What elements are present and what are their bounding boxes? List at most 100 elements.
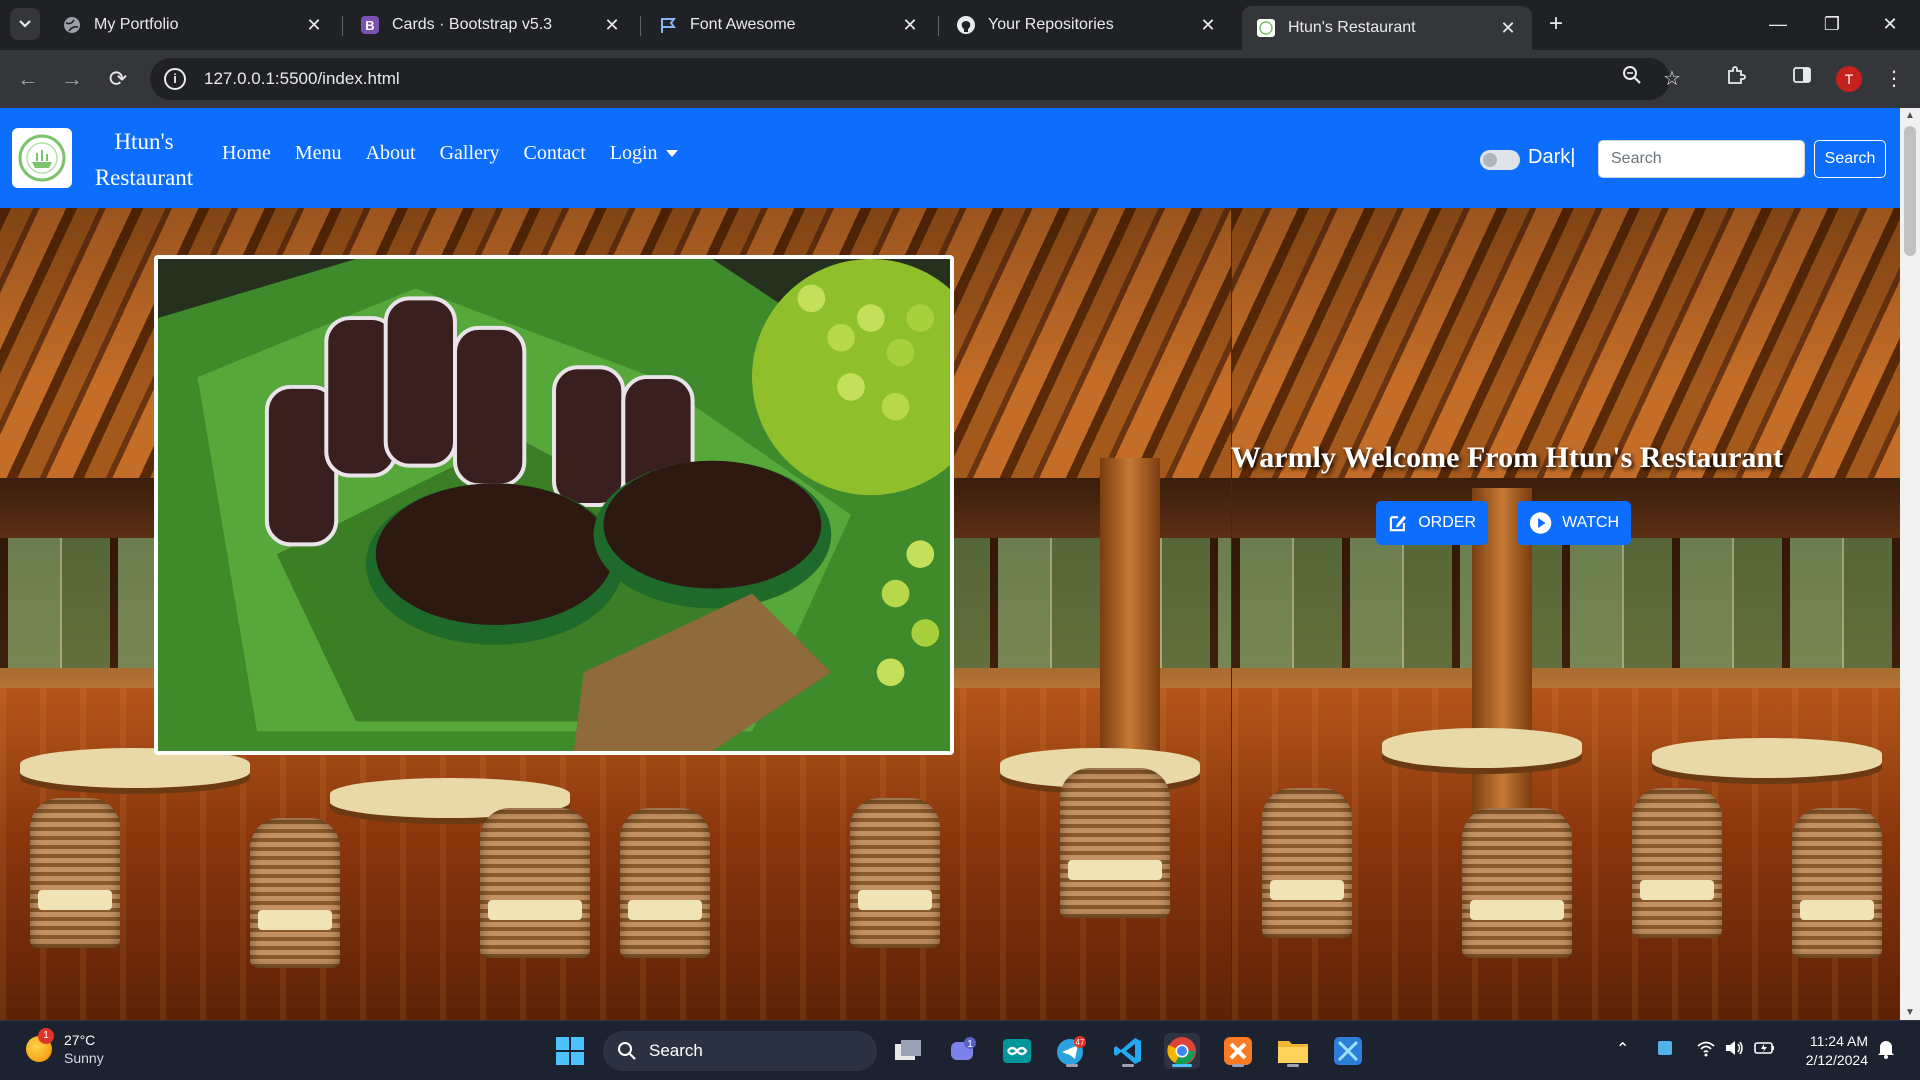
clock-date: 2/12/2024 [1805,1052,1868,1068]
nav-login-dropdown[interactable]: Login [610,142,678,165]
task-view-icon [895,1040,921,1060]
vscode-icon [1114,1038,1141,1064]
restore-button[interactable]: ❐ [1810,10,1854,38]
teams-app[interactable]: 1 [945,1033,981,1069]
battery-charging-icon[interactable] [1754,1039,1776,1062]
hero-section: Warmly Welcome From Htun's Restaurant OR… [0,208,1900,1020]
search-icon [618,1042,636,1060]
taskbar-search[interactable]: Search [603,1031,877,1071]
github-icon [956,15,976,35]
tab-separator [938,16,939,36]
extensions-icon[interactable] [1722,65,1750,93]
zoom-icon[interactable] [1618,65,1646,93]
browser-tab-strip: My Portfolio ✕ B Cards · Bootstrap v5.3 … [0,0,1920,50]
order-button[interactable]: ORDER [1376,501,1488,545]
close-icon[interactable]: ✕ [304,15,324,36]
scroll-down-arrow-icon[interactable]: ▼ [1900,1007,1920,1018]
tab-title: Your Repositories [988,16,1114,33]
dark-mode-toggle[interactable] [1480,150,1520,170]
browser-toolbar: ← → ⟳ i 127.0.0.1:5500/index.html ☆ T ⋮ [0,50,1920,108]
minimize-button[interactable]: — [1756,10,1800,38]
profile-avatar[interactable]: T [1836,66,1862,92]
order-button-label: ORDER [1418,514,1476,531]
nav-menu[interactable]: Menu [295,142,342,165]
url-text[interactable]: 127.0.0.1:5500/index.html [204,69,400,89]
nav-contact[interactable]: Contact [524,142,586,165]
arduino-app[interactable] [999,1033,1035,1069]
system-clock[interactable]: 11:24 AM 2/12/2024 [1798,1032,1868,1070]
site-favicon-icon [1256,18,1276,38]
food-photo-image [158,259,950,751]
notification-bell-icon[interactable] [1877,1039,1895,1064]
chrome-icon [1167,1037,1196,1065]
tab-bootstrap-cards[interactable]: B Cards · Bootstrap v5.3 ✕ [346,6,636,44]
close-icon[interactable]: ✕ [602,15,622,36]
clock-time: 11:24 AM [1809,1033,1868,1049]
site-navbar: Htun's Restaurant Home Menu About Galler… [0,108,1900,208]
site-info-icon[interactable]: i [164,68,186,90]
file-explorer-app[interactable] [1275,1033,1311,1069]
teams-chat-icon: 1 [951,1037,976,1060]
caret-down-icon [665,150,678,157]
svg-text:47: 47 [1076,1038,1085,1047]
windows-taskbar: 1 27°C Sunny Search 1 47 ⌃ 11:24 AM 2/12… [0,1020,1920,1080]
xampp-app[interactable] [1220,1033,1256,1069]
tray-app-icon[interactable] [1656,1039,1674,1062]
tab-search-button[interactable] [10,8,40,40]
wifi-icon[interactable] [1696,1039,1716,1062]
nav-home[interactable]: Home [222,142,271,165]
hero-background-right [1231,208,1900,1020]
tab-font-awesome[interactable]: Font Awesome ✕ [644,6,934,44]
page-scrollbar[interactable]: ▲ ▼ [1900,108,1920,1020]
site-search-input[interactable] [1598,140,1805,178]
arduino-icon [1003,1039,1031,1063]
chevron-down-icon [19,20,31,28]
tab-htuns-restaurant[interactable]: Htun's Restaurant ✕ [1242,6,1532,50]
snipping-tool-app[interactable] [1330,1033,1366,1069]
close-window-button[interactable]: ✕ [1868,10,1912,38]
sun-icon: 1 [26,1028,54,1062]
address-bar[interactable]: i 127.0.0.1:5500/index.html [150,58,1670,100]
back-button[interactable]: ← [14,65,42,93]
tab-separator [640,16,641,36]
forward-button[interactable]: → [58,65,86,93]
bookmark-star-icon[interactable]: ☆ [1658,65,1686,93]
brand-name[interactable]: Htun's Restaurant [84,124,204,196]
close-icon[interactable]: ✕ [1198,15,1218,36]
weather-widget[interactable]: 1 27°C Sunny [26,1028,104,1067]
weather-desc: Sunny [64,1050,104,1066]
svg-text:1: 1 [967,1039,973,1050]
tab-title: Cards · Bootstrap v5.3 [392,16,553,33]
volume-icon[interactable] [1724,1039,1744,1062]
brand-line-1: Htun's [114,129,174,154]
task-view-button[interactable] [890,1033,926,1069]
chrome-app[interactable] [1164,1033,1200,1069]
welcome-heading: Warmly Welcome From Htun's Restaurant [1230,441,1784,474]
restaurant-logo[interactable] [12,128,72,188]
weather-temp: 27°C [64,1032,96,1048]
close-icon[interactable]: ✕ [1498,18,1518,39]
side-panel-icon[interactable] [1788,65,1816,93]
site-search-button[interactable]: Search [1814,140,1886,178]
folder-icon [1278,1041,1308,1063]
close-icon[interactable]: ✕ [900,15,920,36]
start-button[interactable] [552,1033,588,1069]
scroll-up-arrow-icon[interactable]: ▲ [1900,110,1920,121]
vscode-app[interactable] [1110,1033,1146,1069]
scrollbar-thumb[interactable] [1904,126,1916,256]
nav-login-label: Login [609,142,658,164]
nav-about[interactable]: About [366,142,416,165]
nav-gallery[interactable]: Gallery [440,142,500,165]
new-tab-button[interactable]: + [1542,10,1570,38]
show-hidden-icons-chevron-icon[interactable]: ⌃ [1616,1039,1629,1059]
tab-your-repositories[interactable]: Your Repositories ✕ [942,6,1232,44]
telegram-app[interactable]: 47 [1054,1033,1090,1069]
logo-emblem-icon [18,134,66,182]
watch-button[interactable]: WATCH [1517,501,1631,545]
tab-title: My Portfolio [94,16,179,33]
watch-button-label: WATCH [1562,514,1619,531]
edit-icon [1389,515,1407,532]
menu-kebab-icon[interactable]: ⋮ [1880,65,1908,93]
tab-my-portfolio[interactable]: My Portfolio ✕ [48,6,338,44]
reload-button[interactable]: ⟳ [104,65,132,93]
